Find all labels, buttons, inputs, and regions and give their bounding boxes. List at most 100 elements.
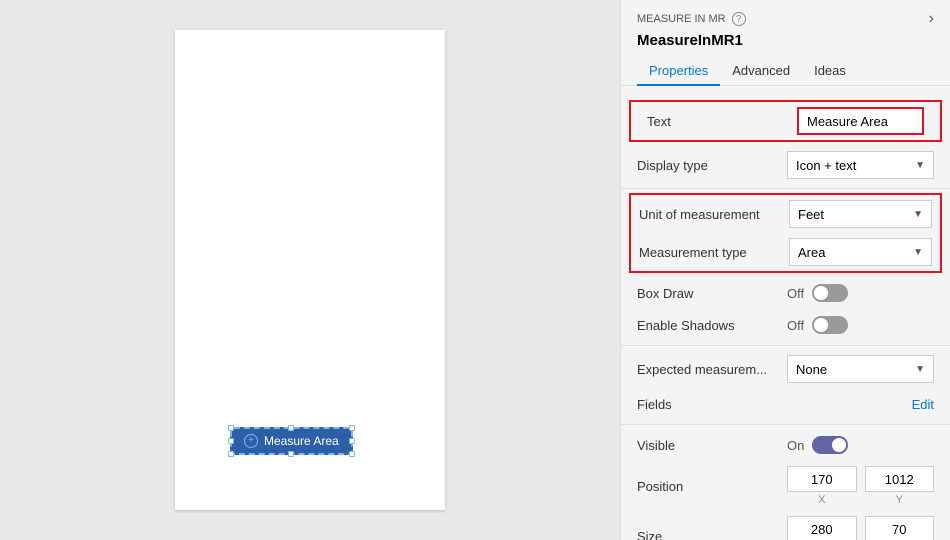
toggle-knob-3 bbox=[832, 438, 846, 452]
measurement-type-dropdown[interactable]: Area ▼ bbox=[789, 238, 932, 266]
box-draw-value: Off bbox=[787, 284, 934, 302]
text-field-highlighted: Text Measure Area bbox=[629, 100, 942, 142]
enable-shadows-toggle[interactable] bbox=[812, 316, 848, 334]
expected-measurement-dropdown[interactable]: None ▼ bbox=[787, 355, 934, 383]
component-name: MeasureInMR1 bbox=[637, 32, 934, 49]
text-label: Text bbox=[647, 114, 797, 129]
divider-1 bbox=[621, 188, 950, 189]
measure-icon bbox=[244, 434, 258, 448]
measurement-type-label: Measurement type bbox=[639, 245, 789, 260]
handle-bm[interactable] bbox=[288, 451, 294, 457]
help-icon[interactable]: ? bbox=[732, 12, 746, 26]
divider-3 bbox=[621, 424, 950, 425]
text-input[interactable]: Measure Area bbox=[797, 107, 924, 135]
unit-measurement-highlighted: Unit of measurement Feet ▼ Measurement t… bbox=[629, 193, 942, 273]
position-values: X Y bbox=[787, 466, 934, 506]
panel-app-title: MEASURE IN MR ? bbox=[637, 12, 746, 26]
panel-tabs: Properties Advanced Ideas bbox=[637, 57, 934, 85]
size-width-field: Width bbox=[787, 516, 857, 540]
position-y-label: Y bbox=[865, 494, 935, 506]
size-height-field: Height bbox=[865, 516, 935, 540]
panel-top-row: MEASURE IN MR ? › bbox=[637, 10, 934, 28]
position-row: Position X Y bbox=[621, 461, 950, 511]
panel-header: MEASURE IN MR ? › MeasureInMR1 Propertie… bbox=[621, 0, 950, 86]
app-title-text: MEASURE IN MR bbox=[637, 13, 726, 25]
enable-shadows-row: Enable Shadows Off bbox=[621, 309, 950, 341]
toggle-knob bbox=[814, 286, 828, 300]
handle-tl[interactable] bbox=[228, 425, 234, 431]
handle-tm[interactable] bbox=[288, 425, 294, 431]
chevron-down-icon-em: ▼ bbox=[915, 364, 925, 375]
text-value: Measure Area bbox=[807, 114, 888, 129]
enable-shadows-value: Off bbox=[787, 316, 934, 334]
text-prop-row: Text Measure Area bbox=[631, 102, 940, 140]
position-y-input[interactable] bbox=[865, 466, 935, 492]
chevron-down-icon-unit: ▼ bbox=[913, 209, 923, 220]
box-draw-toggle[interactable] bbox=[812, 284, 848, 302]
chevron-down-icon: ▼ bbox=[915, 160, 925, 171]
display-type-label: Display type bbox=[637, 158, 787, 173]
handle-br[interactable] bbox=[349, 451, 355, 457]
visible-toggle-container: On bbox=[787, 436, 848, 454]
handle-tr[interactable] bbox=[349, 425, 355, 431]
display-type-row: Display type Icon + text ▼ bbox=[621, 146, 950, 184]
measurement-type-text: Area bbox=[798, 245, 825, 260]
size-row: Size Width Height bbox=[621, 511, 950, 540]
unit-value: Feet ▼ bbox=[789, 200, 932, 228]
unit-row: Unit of measurement Feet ▼ bbox=[631, 195, 940, 233]
enable-shadows-state: Off bbox=[787, 318, 804, 333]
size-height-input[interactable] bbox=[865, 516, 935, 540]
text-value-container: Measure Area bbox=[797, 107, 924, 135]
position-x-field: X bbox=[787, 466, 857, 506]
size-width-input[interactable] bbox=[787, 516, 857, 540]
position-x-input[interactable] bbox=[787, 466, 857, 492]
fields-edit-link[interactable]: Edit bbox=[912, 397, 934, 412]
enable-shadows-label: Enable Shadows bbox=[637, 318, 787, 333]
position-label: Position bbox=[637, 479, 787, 494]
canvas-area: Measure Area bbox=[0, 0, 620, 540]
handle-mr[interactable] bbox=[349, 438, 355, 444]
unit-text: Feet bbox=[798, 207, 824, 222]
box-draw-row: Box Draw Off bbox=[621, 277, 950, 309]
toggle-knob-2 bbox=[814, 318, 828, 332]
measurement-type-value: Area ▼ bbox=[789, 238, 932, 266]
enable-shadows-toggle-container: Off bbox=[787, 316, 848, 334]
visible-label: Visible bbox=[637, 438, 787, 453]
expected-measurement-text: None bbox=[796, 362, 827, 377]
fields-value: Edit bbox=[787, 397, 934, 412]
tab-advanced[interactable]: Advanced bbox=[720, 57, 802, 86]
visible-value: On bbox=[787, 436, 934, 454]
box-draw-state: Off bbox=[787, 286, 804, 301]
expected-measurement-label: Expected measurem... bbox=[637, 362, 787, 377]
handle-bl[interactable] bbox=[228, 451, 234, 457]
position-y-field: Y bbox=[865, 466, 935, 506]
fields-label: Fields bbox=[637, 397, 787, 412]
measure-button-label: Measure Area bbox=[264, 434, 339, 448]
expected-measurement-value: None ▼ bbox=[787, 355, 934, 383]
handle-ml[interactable] bbox=[228, 438, 234, 444]
size-values: Width Height bbox=[787, 516, 934, 540]
position-x-label: X bbox=[787, 494, 857, 506]
unit-dropdown[interactable]: Feet ▼ bbox=[789, 200, 932, 228]
chevron-down-icon-mtype: ▼ bbox=[913, 247, 923, 258]
visible-state: On bbox=[787, 438, 804, 453]
chevron-right-icon[interactable]: › bbox=[929, 10, 934, 28]
display-type-text: Icon + text bbox=[796, 158, 856, 173]
fields-row: Fields Edit bbox=[621, 388, 950, 420]
divider-2 bbox=[621, 345, 950, 346]
visible-toggle[interactable] bbox=[812, 436, 848, 454]
display-type-dropdown[interactable]: Icon + text ▼ bbox=[787, 151, 934, 179]
canvas-page: Measure Area bbox=[175, 30, 445, 510]
box-draw-label: Box Draw bbox=[637, 286, 787, 301]
properties-panel: MEASURE IN MR ? › MeasureInMR1 Propertie… bbox=[620, 0, 950, 540]
measurement-type-row: Measurement type Area ▼ bbox=[631, 233, 940, 271]
expected-measurement-row: Expected measurem... None ▼ bbox=[621, 350, 950, 388]
display-type-value: Icon + text ▼ bbox=[787, 151, 934, 179]
box-draw-toggle-container: Off bbox=[787, 284, 848, 302]
visible-row: Visible On bbox=[621, 429, 950, 461]
size-label: Size bbox=[637, 529, 787, 540]
tab-properties[interactable]: Properties bbox=[637, 57, 720, 86]
measure-area-button[interactable]: Measure Area bbox=[230, 427, 353, 455]
tab-ideas[interactable]: Ideas bbox=[802, 57, 858, 86]
unit-label: Unit of measurement bbox=[639, 207, 789, 222]
